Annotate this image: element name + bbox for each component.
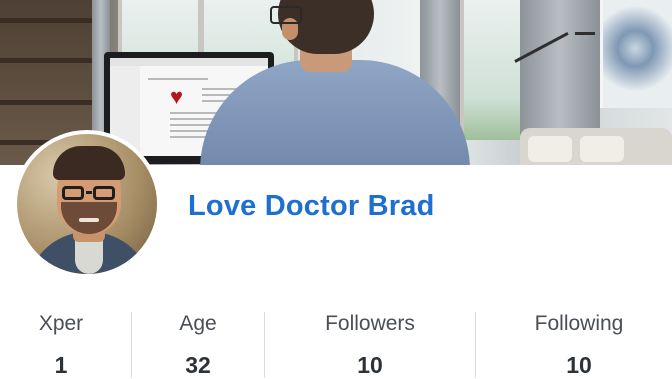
stat-label: Age [179,312,217,335]
stat-label: Followers [325,312,415,335]
profile-stats: Xper 1 Age 32 Followers 10 Following 10 [0,300,672,378]
stat-value: 10 [566,352,592,378]
avatar[interactable] [13,130,161,278]
window [460,0,524,140]
heart-icon: ♥ [170,84,184,109]
stat-label: Xper [38,312,84,335]
stat-following[interactable]: Following 10 [476,300,672,378]
stat-value: 32 [185,352,211,378]
stat-value: 10 [357,352,383,378]
stat-xper[interactable]: Xper 1 [0,300,122,378]
stat-label: Following [534,312,624,335]
stat-value: 1 [54,352,68,378]
stat-age[interactable]: Age 32 [132,300,264,378]
wall-painting [600,0,672,108]
stat-followers[interactable]: Followers 10 [265,300,475,378]
profile-name: Love Doctor Brad [188,190,435,222]
